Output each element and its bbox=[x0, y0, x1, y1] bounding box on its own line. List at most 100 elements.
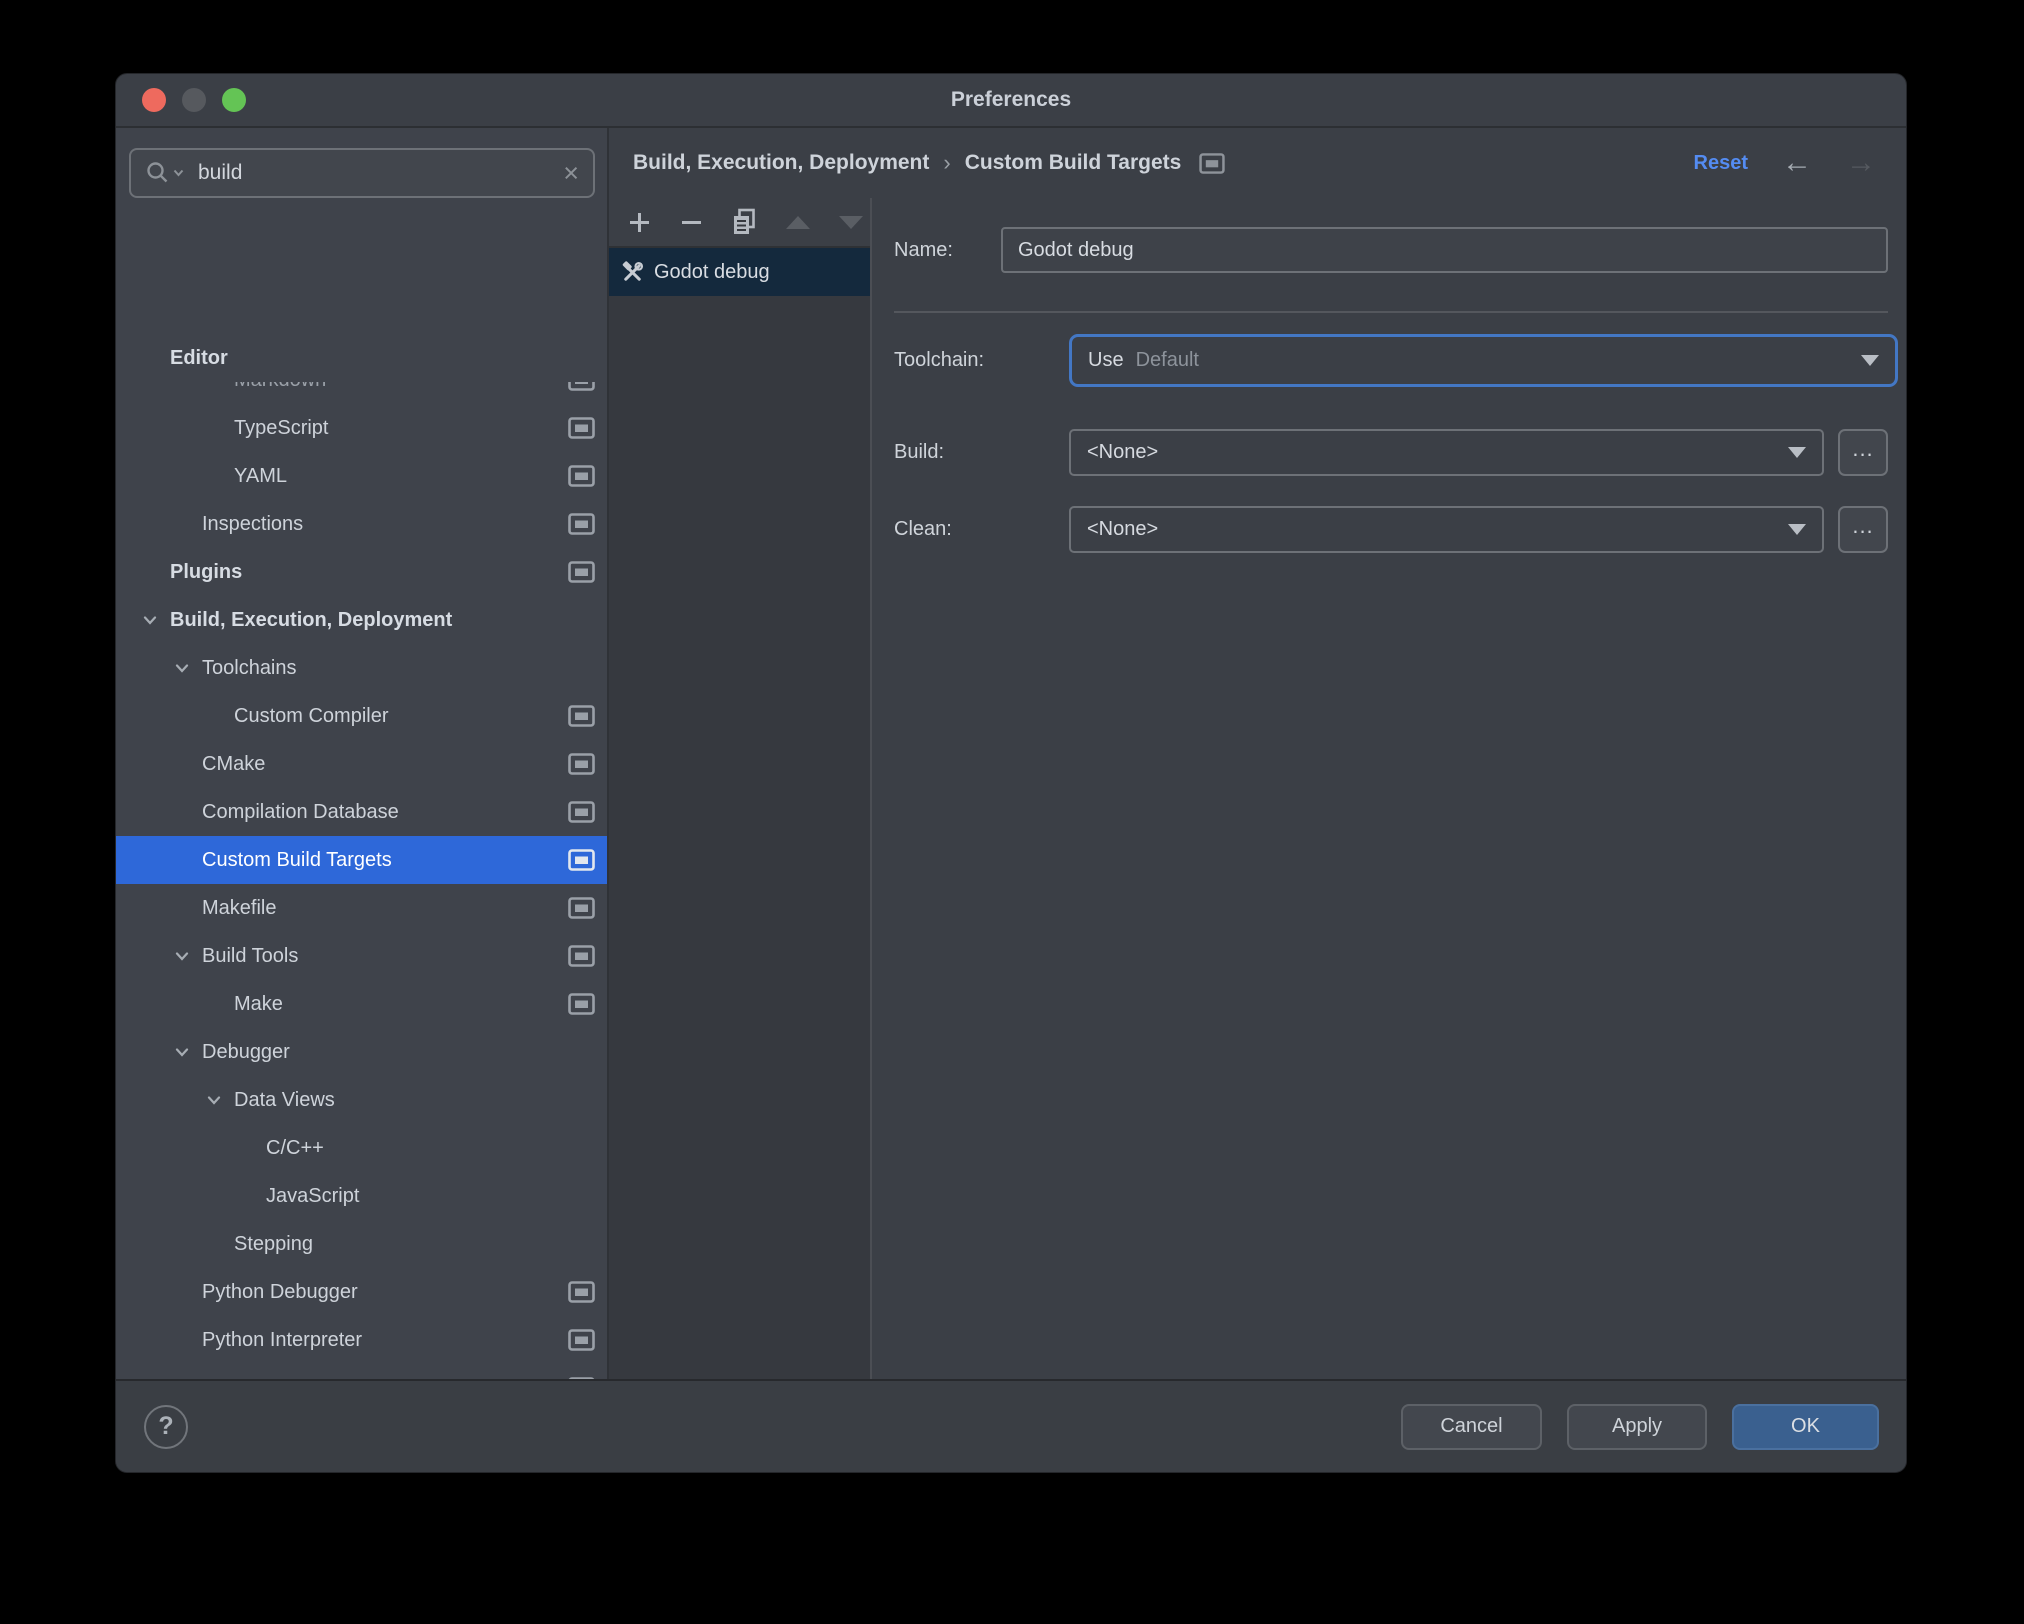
toolchain-prefix: Use bbox=[1088, 349, 1124, 371]
screen-icon bbox=[568, 1377, 595, 1379]
screen-icon bbox=[568, 849, 595, 871]
reset-link[interactable]: Reset bbox=[1694, 152, 1748, 175]
screen-icon bbox=[568, 465, 595, 487]
breadcrumb-section[interactable]: Build, Execution, Deployment bbox=[633, 151, 929, 175]
target-item-godot-debug[interactable]: Godot debug bbox=[609, 248, 870, 296]
tree-item-build-execution-deployment[interactable]: Build, Execution, Deployment bbox=[116, 596, 607, 644]
main-panel: Build, Execution, Deployment › Custom Bu… bbox=[609, 128, 1906, 1379]
forward-arrow-icon[interactable]: → bbox=[1846, 148, 1876, 178]
screen-icon bbox=[568, 945, 595, 967]
tree-item-toolchains[interactable]: Toolchains bbox=[116, 644, 607, 692]
build-target-list: Godot debug bbox=[609, 248, 870, 296]
settings-header: Build, Execution, Deployment › Custom Bu… bbox=[609, 128, 1906, 198]
tree-item-label: TypeScript bbox=[234, 416, 329, 439]
tree-item-label: Build Tools bbox=[202, 944, 299, 967]
tree-item-editor[interactable]: Editor bbox=[116, 334, 607, 382]
settings-sidebar: build × EditorMarkdownTypeScriptYAMLInsp… bbox=[116, 128, 609, 1379]
chevron-down-icon bbox=[173, 169, 184, 177]
tree-item-cmake[interactable]: CMake bbox=[116, 740, 607, 788]
help-icon[interactable]: ? bbox=[144, 1404, 188, 1449]
screen-icon bbox=[568, 753, 595, 775]
tree-item-label: Compilation Database bbox=[202, 800, 399, 823]
tree-item-label: Debugger bbox=[202, 1040, 290, 1063]
tree-item-c-c[interactable]: C/C++ bbox=[116, 1124, 607, 1172]
tree-item-label: JavaScript bbox=[266, 1184, 360, 1207]
window-title: Preferences bbox=[950, 88, 1072, 111]
screen: Preferences build × EditorMarkdownTypeSc… bbox=[0, 0, 2024, 1624]
tree-item-label: C/C++ bbox=[266, 1136, 324, 1159]
move-up-icon[interactable] bbox=[785, 215, 811, 230]
toolchain-combobox[interactable]: Use Default bbox=[1069, 334, 1898, 387]
tree-item-makefile[interactable]: Makefile bbox=[116, 884, 607, 932]
tree-item-javascript[interactable]: JavaScript bbox=[116, 1172, 607, 1220]
tree-item-label: Toolchains bbox=[202, 656, 297, 679]
tree-item-yaml[interactable]: YAML bbox=[116, 452, 607, 500]
add-icon[interactable] bbox=[627, 210, 652, 235]
tree-item-plugins[interactable]: Plugins bbox=[116, 548, 607, 596]
build-targets-panel: Godot debug bbox=[609, 198, 872, 1379]
tree-item-python-interpreter[interactable]: Python Interpreter bbox=[116, 1316, 607, 1364]
breadcrumb-separator: › bbox=[943, 150, 951, 175]
tree-item-python-debugger[interactable]: Python Debugger bbox=[116, 1268, 607, 1316]
tree-item-typescript[interactable]: TypeScript bbox=[116, 404, 607, 452]
clean-browse-button[interactable]: ... bbox=[1838, 506, 1888, 553]
copy-icon[interactable] bbox=[731, 208, 758, 236]
tree-item-inspections[interactable]: Inspections bbox=[116, 500, 607, 548]
build-combobox[interactable]: <None> bbox=[1069, 429, 1824, 476]
tree-item-data-views[interactable]: Data Views bbox=[116, 1076, 607, 1124]
toolchain-value: Default bbox=[1135, 349, 1199, 371]
tree-item-build-tools[interactable]: Build Tools bbox=[116, 932, 607, 980]
chevron-down-icon[interactable] bbox=[207, 1095, 234, 1105]
tree-item-custom-build-targets[interactable]: Custom Build Targets bbox=[116, 836, 607, 884]
target-item-label: Godot debug bbox=[654, 260, 770, 283]
apply-button[interactable]: Apply bbox=[1567, 1403, 1707, 1450]
clean-value: <None> bbox=[1087, 518, 1159, 540]
search-icon[interactable] bbox=[145, 160, 184, 186]
back-arrow-icon[interactable]: ← bbox=[1782, 148, 1812, 178]
tree-item-deployment[interactable]: Deployment bbox=[116, 1364, 607, 1379]
tree-item-label: Makefile bbox=[202, 896, 277, 919]
clear-search-icon[interactable]: × bbox=[563, 159, 579, 187]
tree-item-label: CMake bbox=[202, 752, 266, 775]
chevron-down-icon[interactable] bbox=[175, 1047, 202, 1057]
list-toolbar bbox=[609, 198, 870, 248]
dropdown-arrow-icon bbox=[1861, 355, 1879, 366]
screen-icon bbox=[568, 993, 595, 1015]
build-value: <None> bbox=[1087, 441, 1159, 463]
dropdown-arrow-icon bbox=[1788, 524, 1806, 535]
tree-item-label: Deployment bbox=[202, 1377, 309, 1380]
chevron-down-icon[interactable] bbox=[143, 615, 170, 625]
chevron-down-icon[interactable] bbox=[175, 663, 202, 673]
tree-item-label: Custom Compiler bbox=[234, 704, 389, 727]
move-down-icon[interactable] bbox=[838, 215, 864, 230]
tree-item-debugger[interactable]: Debugger bbox=[116, 1028, 607, 1076]
ok-button[interactable]: OK bbox=[1732, 1403, 1879, 1450]
tree-item-label: Stepping bbox=[234, 1232, 313, 1255]
build-browse-button[interactable]: ... bbox=[1838, 429, 1888, 476]
tree-item-make[interactable]: Make bbox=[116, 980, 607, 1028]
screen-icon bbox=[568, 513, 595, 535]
screen-icon bbox=[1199, 152, 1226, 174]
name-label: Name: bbox=[894, 239, 953, 261]
tree-item-label: Python Interpreter bbox=[202, 1328, 363, 1351]
tree-item-label: Custom Build Targets bbox=[202, 848, 392, 871]
tree-item-label: Python Debugger bbox=[202, 1280, 358, 1303]
search-input[interactable]: build × bbox=[129, 148, 595, 198]
tree-item-stepping[interactable]: Stepping bbox=[116, 1220, 607, 1268]
tree-item-label: Plugins bbox=[170, 560, 243, 583]
tree-item-label: Make bbox=[234, 992, 283, 1015]
screen-icon bbox=[568, 801, 595, 823]
tree-item-label: YAML bbox=[234, 464, 287, 487]
cancel-button[interactable]: Cancel bbox=[1401, 1403, 1542, 1450]
remove-icon[interactable] bbox=[679, 210, 704, 235]
name-field[interactable]: Godot debug bbox=[1001, 227, 1888, 273]
toolchain-label: Toolchain: bbox=[894, 349, 985, 371]
dialog-footer: ? Cancel Apply OK bbox=[116, 1379, 1906, 1472]
titlebar: Preferences bbox=[116, 74, 1906, 128]
chevron-down-icon[interactable] bbox=[175, 951, 202, 961]
clean-combobox[interactable]: <None> bbox=[1069, 506, 1824, 553]
tree-item-custom-compiler[interactable]: Custom Compiler bbox=[116, 692, 607, 740]
tree-item-compilation-database[interactable]: Compilation Database bbox=[116, 788, 607, 836]
preferences-dialog: Preferences build × EditorMarkdownTypeSc… bbox=[115, 73, 1907, 1473]
build-label: Build: bbox=[894, 441, 945, 463]
